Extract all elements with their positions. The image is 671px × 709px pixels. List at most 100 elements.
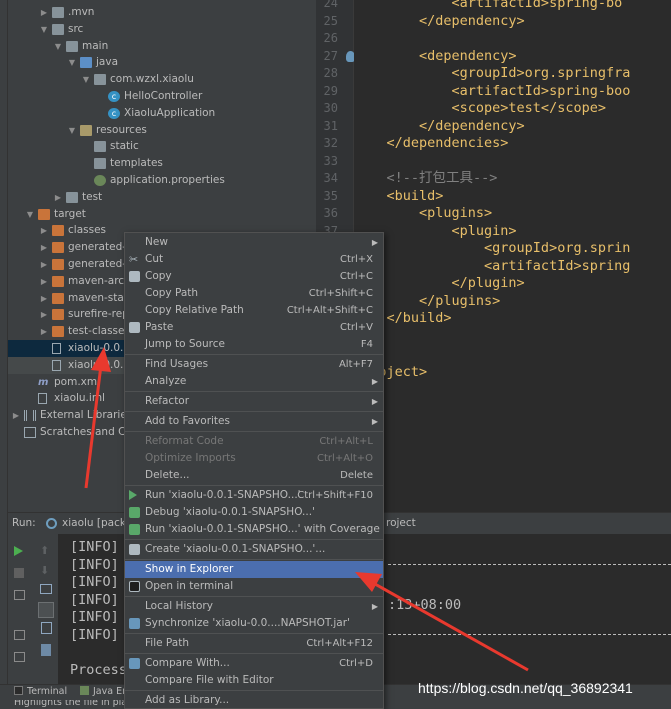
folder-icon bbox=[94, 158, 106, 170]
expanded-arrow-icon[interactable]: ▼ bbox=[54, 38, 62, 55]
menu-item-new[interactable]: New ▶ bbox=[125, 234, 383, 251]
menu-item-show-in-explorer[interactable]: Show in Explorer bbox=[125, 561, 383, 578]
tree-item-label: application.properties bbox=[110, 174, 225, 186]
menu-item-analyze[interactable]: Analyze ▶ bbox=[125, 373, 383, 390]
wrap-icon[interactable] bbox=[40, 584, 52, 594]
menu-item-copy-path[interactable]: Copy Path Ctrl+Shift+C bbox=[125, 285, 383, 302]
menu-item-synchronize-xiaolu-0-0-napshot-jar[interactable]: Synchronize 'xiaolu-0.0....NAPSHOT.jar' bbox=[125, 615, 383, 632]
collapsed-arrow-icon[interactable]: ▶ bbox=[40, 239, 48, 256]
tree-row--mvn[interactable]: ▶ .mvn bbox=[8, 4, 316, 21]
tree-row-java[interactable]: ▼ java bbox=[8, 54, 316, 71]
tree-row-static[interactable]: static bbox=[8, 138, 316, 155]
collapsed-arrow-icon[interactable]: ▶ bbox=[40, 4, 48, 21]
expanded-arrow-icon[interactable]: ▼ bbox=[68, 54, 76, 71]
rerun-icon[interactable] bbox=[14, 546, 23, 556]
tree-item-label: java bbox=[96, 56, 118, 69]
jar-file-icon bbox=[52, 343, 61, 354]
create-config-icon bbox=[129, 544, 140, 555]
menu-item-copy-relative-path[interactable]: Copy Relative Path Ctrl+Alt+Shift+C bbox=[125, 302, 383, 319]
tab-terminal[interactable]: Terminal bbox=[27, 686, 67, 697]
menu-item-shortcut: Ctrl+Alt+O bbox=[317, 453, 373, 464]
menu-separator bbox=[125, 411, 383, 412]
menu-item-refactor[interactable]: Refactor ▶ bbox=[125, 393, 383, 410]
menu-item-file-path[interactable]: File Path Ctrl+Alt+F12 bbox=[125, 635, 383, 652]
menu-item-local-history[interactable]: Local History ▶ bbox=[125, 598, 383, 615]
run-config-tab[interactable]: xiaolu [packa bbox=[62, 517, 132, 529]
menu-item-add-as-library[interactable]: Add as Library... bbox=[125, 692, 383, 709]
tree-row-target[interactable]: ▼ target bbox=[8, 206, 316, 223]
menu-item-compare-file-with-editor[interactable]: Compare File with Editor bbox=[125, 672, 383, 689]
menu-item-label: Paste bbox=[145, 321, 174, 333]
tree-item-label: External Libraries bbox=[40, 409, 133, 422]
expanded-arrow-icon[interactable]: ▼ bbox=[26, 206, 34, 223]
collapsed-arrow-icon[interactable]: ▶ bbox=[54, 189, 62, 206]
collapsed-arrow-icon[interactable]: ▶ bbox=[40, 306, 48, 323]
stop-icon[interactable] bbox=[14, 568, 24, 578]
debug-icon bbox=[129, 507, 140, 518]
down-arrow-icon[interactable]: ⬇ bbox=[40, 564, 49, 577]
settings-icon[interactable] bbox=[14, 652, 25, 662]
menu-item-jump-to-source[interactable]: Jump to Source F4 bbox=[125, 336, 383, 353]
menu-item-debug-xiaolu-0-0-1-snapsho[interactable]: Debug 'xiaolu-0.0.1-SNAPSHO...' bbox=[125, 504, 383, 521]
menu-separator bbox=[125, 354, 383, 355]
collapsed-arrow-icon[interactable]: ▶ bbox=[40, 222, 48, 239]
tree-row-com-wzxl-xiaolu[interactable]: ▼ com.wzxl.xiaolu bbox=[8, 71, 316, 88]
menu-item-shortcut: Ctrl+X bbox=[339, 254, 373, 265]
console-line: [INFO] bbox=[70, 556, 119, 573]
menu-item-label: Find Usages bbox=[145, 358, 209, 370]
menu-item-shortcut: Ctrl+C bbox=[339, 271, 373, 282]
console-time: :13+08:00 bbox=[388, 596, 462, 613]
menu-item-delete[interactable]: Delete... Delete bbox=[125, 467, 383, 484]
menu-item-copy[interactable]: Copy Ctrl+C bbox=[125, 268, 383, 285]
tree-row-application-properties[interactable]: application.properties bbox=[8, 172, 316, 189]
menu-item-find-usages[interactable]: Find Usages Alt+F7 bbox=[125, 356, 383, 373]
menu-item-run-xiaolu-0-0-1-snapsho[interactable]: Run 'xiaolu-0.0.1-SNAPSHO...' Ctrl+Shift+… bbox=[125, 487, 383, 504]
trash-icon[interactable] bbox=[41, 644, 51, 656]
menu-item-compare-with[interactable]: Compare With... Ctrl+D bbox=[125, 655, 383, 672]
code-line: <scope>test</scope> bbox=[354, 100, 606, 116]
expanded-arrow-icon[interactable]: ▼ bbox=[40, 21, 48, 38]
up-arrow-icon[interactable]: ⬆ bbox=[40, 544, 49, 557]
menu-item-shortcut: Delete bbox=[340, 470, 373, 481]
collapsed-arrow-icon[interactable]: ▶ bbox=[40, 256, 48, 273]
menu-item-label: Reformat Code bbox=[145, 435, 224, 447]
expanded-arrow-icon[interactable]: ▼ bbox=[82, 71, 90, 88]
scroll-to-end-icon[interactable] bbox=[38, 602, 54, 618]
editor-area[interactable]: /project> <artifactId>spring-bo </depend… bbox=[354, 0, 671, 512]
menu-item-add-to-favorites[interactable]: Add to Favorites ▶ bbox=[125, 413, 383, 430]
menu-item-reformat-code: Reformat Code Ctrl+Alt+L bbox=[125, 433, 383, 450]
expanded-arrow-icon[interactable]: ▼ bbox=[68, 122, 76, 139]
collapsed-arrow-icon[interactable]: ▶ bbox=[40, 290, 48, 307]
tree-item-label: templates bbox=[110, 157, 163, 170]
tree-row-main[interactable]: ▼ main bbox=[8, 38, 316, 55]
dump-threads-icon[interactable] bbox=[14, 630, 25, 640]
line-number: 35 bbox=[323, 188, 338, 203]
tree-row-xiaoluapplication[interactable]: c XiaoluApplication bbox=[8, 105, 316, 122]
menu-item-create-xiaolu-0-0-1-snapsho[interactable]: Create 'xiaolu-0.0.1-SNAPSHO...'... bbox=[125, 541, 383, 558]
tree-row-test[interactable]: ▶ test bbox=[8, 189, 316, 206]
code-line: <plugins> bbox=[354, 205, 493, 221]
menu-separator bbox=[125, 596, 383, 597]
tree-item-label: test bbox=[82, 190, 103, 203]
collapsed-arrow-icon[interactable]: ▶ bbox=[40, 273, 48, 290]
code-line: <artifactId>spring-bo bbox=[354, 0, 623, 11]
tree-row-templates[interactable]: templates bbox=[8, 155, 316, 172]
tab-java-enterprise[interactable]: Java En bbox=[93, 686, 128, 697]
menu-item-run-xiaolu-0-0-1-snapsho-with-coverage[interactable]: Run 'xiaolu-0.0.1-SNAPSHO...' with Cover… bbox=[125, 521, 383, 538]
menu-item-cut[interactable]: ✂ Cut Ctrl+X bbox=[125, 251, 383, 268]
tree-row-hellocontroller[interactable]: c HelloController bbox=[8, 88, 316, 105]
print-icon[interactable] bbox=[41, 622, 52, 634]
collapsed-arrow-icon[interactable]: ▶ bbox=[12, 407, 20, 424]
pause-icon[interactable] bbox=[14, 590, 25, 600]
run-tab-label[interactable]: Run: bbox=[12, 517, 36, 529]
code-line: <dependency> bbox=[354, 47, 517, 64]
menu-item-label: Jump to Source bbox=[145, 338, 225, 350]
tree-row-src[interactable]: ▼ src bbox=[8, 21, 316, 38]
code-line: <!--打包工具--> bbox=[354, 170, 498, 186]
tree-row-resources[interactable]: ▼ resources bbox=[8, 122, 316, 139]
menu-item-paste[interactable]: Paste Ctrl+V bbox=[125, 319, 383, 336]
collapsed-arrow-icon[interactable]: ▶ bbox=[40, 323, 48, 340]
menu-item-optimize-imports: Optimize Imports Ctrl+Alt+O bbox=[125, 450, 383, 467]
menu-item-open-in-terminal[interactable]: Open in terminal bbox=[125, 578, 383, 595]
left-tool-stripe bbox=[0, 0, 8, 709]
